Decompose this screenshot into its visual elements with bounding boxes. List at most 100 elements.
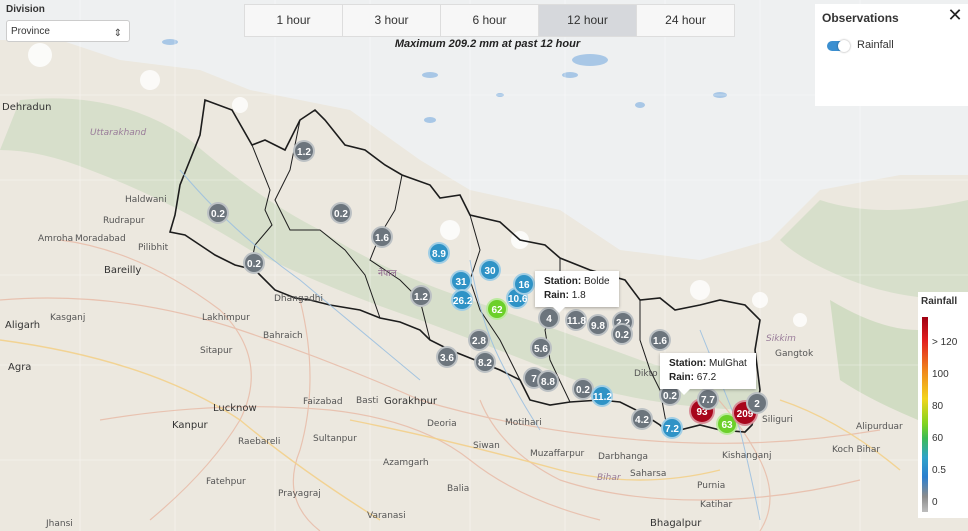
popup-rain-value: 1.8 (571, 290, 586, 301)
time-range-tabs: 1 hour 3 hour 6 hour 12 hour 24 hour (244, 4, 735, 37)
rain-station-marker[interactable]: 2 (746, 392, 768, 414)
rain-station-marker[interactable]: 0.2 (243, 252, 265, 274)
popup-arrow (678, 389, 690, 395)
place-purnia: Purnia (697, 481, 726, 491)
station-popup-bolde: Station: Bolde Rain: 1.8 (535, 271, 619, 313)
observations-title: Observations (822, 11, 899, 25)
place-prayagraj: Prayagraj (278, 489, 321, 499)
rain-station-marker[interactable]: 0.2 (207, 202, 229, 224)
rain-station-marker[interactable]: 1.6 (371, 226, 393, 248)
legend-tick: > 120 (932, 337, 958, 348)
place-raebareli: Raebareli (238, 437, 281, 447)
place-azamgarh: Azamgarh (383, 458, 429, 468)
place-bihar: Bihar (597, 473, 621, 483)
place-pilibhit: Pilibhit (138, 243, 169, 253)
legend-tick: 80 (932, 401, 944, 412)
place-bahraich: Bahraich (263, 331, 303, 341)
place-fatehpur: Fatehpur (206, 477, 246, 487)
rainfall-legend: Rainfall > 120 100 80 60 0.5 0 (918, 292, 968, 518)
place-nepal: नेपाल (378, 269, 397, 279)
place-alipurduar: Alipurduar (856, 422, 903, 432)
place-motihari: Motihari (505, 418, 542, 428)
popup-rain-label: Rain: (544, 290, 569, 301)
division-control: Division Province ⇕ (6, 4, 130, 42)
place-varanasi: Varanasi (367, 511, 406, 521)
rain-station-marker[interactable]: 16 (513, 273, 535, 295)
place-gangtok: Gangtok (775, 349, 814, 359)
legend-tick: 60 (932, 433, 944, 444)
rain-station-marker[interactable]: 30 (479, 259, 501, 281)
place-agra: Agra (8, 362, 32, 373)
popup-station-name: MulGhat (709, 358, 747, 369)
tab-1-hour[interactable]: 1 hour (245, 5, 343, 36)
rain-station-marker[interactable]: 11.2 (591, 385, 613, 407)
tab-3-hour[interactable]: 3 hour (343, 5, 441, 36)
place-dhangadhi: Dhangadhi (274, 294, 323, 304)
tab-6-hour[interactable]: 6 hour (441, 5, 539, 36)
place-dehradun: Dehradun (2, 102, 52, 113)
rain-station-marker[interactable]: 7.2 (661, 417, 683, 439)
rain-station-marker[interactable]: 9.8 (587, 314, 609, 336)
rain-station-marker[interactable]: 7.7 (697, 388, 719, 410)
rain-station-marker[interactable]: 0.2 (611, 323, 633, 345)
place-muzaffarpur: Muzaffarpur (530, 449, 585, 459)
station-popup-mulghat: Station: MulGhat Rain: 67.2 (660, 353, 756, 395)
rain-station-marker[interactable]: 8.9 (428, 242, 450, 264)
place-darbhanga: Darbhanga (598, 452, 649, 462)
rain-station-marker[interactable]: 11.8 (565, 309, 587, 331)
popup-rain-label: Rain: (669, 372, 694, 383)
place-haldwani: Haldwani (125, 195, 167, 205)
place-deoria: Deoria (427, 419, 457, 429)
place-sitapur: Sitapur (200, 346, 233, 356)
legend-tick: 100 (932, 369, 949, 380)
popup-arrow (553, 307, 565, 313)
place-bareilly: Bareilly (104, 265, 142, 276)
place-amroha: Amroha (38, 234, 74, 244)
place-balia: Balia (447, 484, 470, 494)
place-kasganj: Kasganj (50, 313, 86, 323)
place-faizabad: Faizabad (303, 397, 343, 407)
rain-station-marker[interactable]: 62 (486, 298, 508, 320)
close-icon[interactable]: ✕ (946, 5, 964, 26)
place-gorakhpur: Gorakhpur (384, 396, 438, 407)
rain-station-marker[interactable]: 0.2 (330, 202, 352, 224)
place-katihar: Katihar (700, 500, 733, 510)
popup-station-label: Station: (544, 276, 582, 287)
rain-station-marker[interactable]: 1.6 (649, 329, 671, 351)
place-rudrapur: Rudrapur (103, 216, 145, 226)
place-sikkim: Sikkim (766, 334, 796, 344)
max-rainfall-subtitle: Maximum 209.2 mm at past 12 hour (394, 38, 581, 50)
rain-station-marker[interactable]: 5.6 (530, 337, 552, 359)
tab-12-hour[interactable]: 12 hour (539, 5, 637, 36)
rainfall-toggle-label: Rainfall (857, 39, 894, 51)
tab-24-hour[interactable]: 24 hour (637, 5, 734, 36)
rainfall-toggle[interactable] (827, 40, 850, 52)
place-kochbihar: Koch Bihar (832, 445, 881, 455)
rain-station-marker[interactable]: 4.2 (631, 408, 653, 430)
rain-station-marker[interactable]: 1.2 (410, 285, 432, 307)
place-siliguri: Siliguri (762, 415, 793, 425)
rain-station-marker[interactable]: 3.6 (436, 346, 458, 368)
rain-station-marker[interactable]: 26.2 (451, 289, 473, 311)
popup-station-label: Station: (669, 358, 707, 369)
rain-station-marker[interactable]: 1.2 (293, 140, 315, 162)
division-select[interactable]: Province (6, 20, 130, 42)
rain-station-marker[interactable]: 2.8 (468, 329, 490, 351)
place-siwan: Siwan (473, 441, 500, 451)
place-saharsa: Saharsa (630, 469, 667, 479)
place-moradabad: Moradabad (75, 234, 126, 244)
rain-station-marker[interactable]: 8.8 (537, 370, 559, 392)
place-kanpur: Kanpur (172, 420, 208, 431)
rain-station-marker[interactable]: 8.2 (474, 351, 496, 373)
legend-color-bar (922, 317, 928, 512)
popup-rain-value: 67.2 (696, 372, 717, 383)
division-label: Division (6, 4, 45, 15)
popup-station-name: Bolde (584, 276, 610, 287)
place-basti: Basti (356, 396, 379, 406)
place-kishanganj: Kishanganj (722, 451, 772, 461)
place-aligarh: Aligarh (5, 320, 41, 331)
observations-panel: Observations ✕ Rainfall (815, 4, 968, 106)
place-lakhimpur: Lakhimpur (202, 313, 250, 323)
place-jhansi: Jhansi (46, 519, 73, 529)
place-dikto: Dikto (634, 369, 658, 379)
